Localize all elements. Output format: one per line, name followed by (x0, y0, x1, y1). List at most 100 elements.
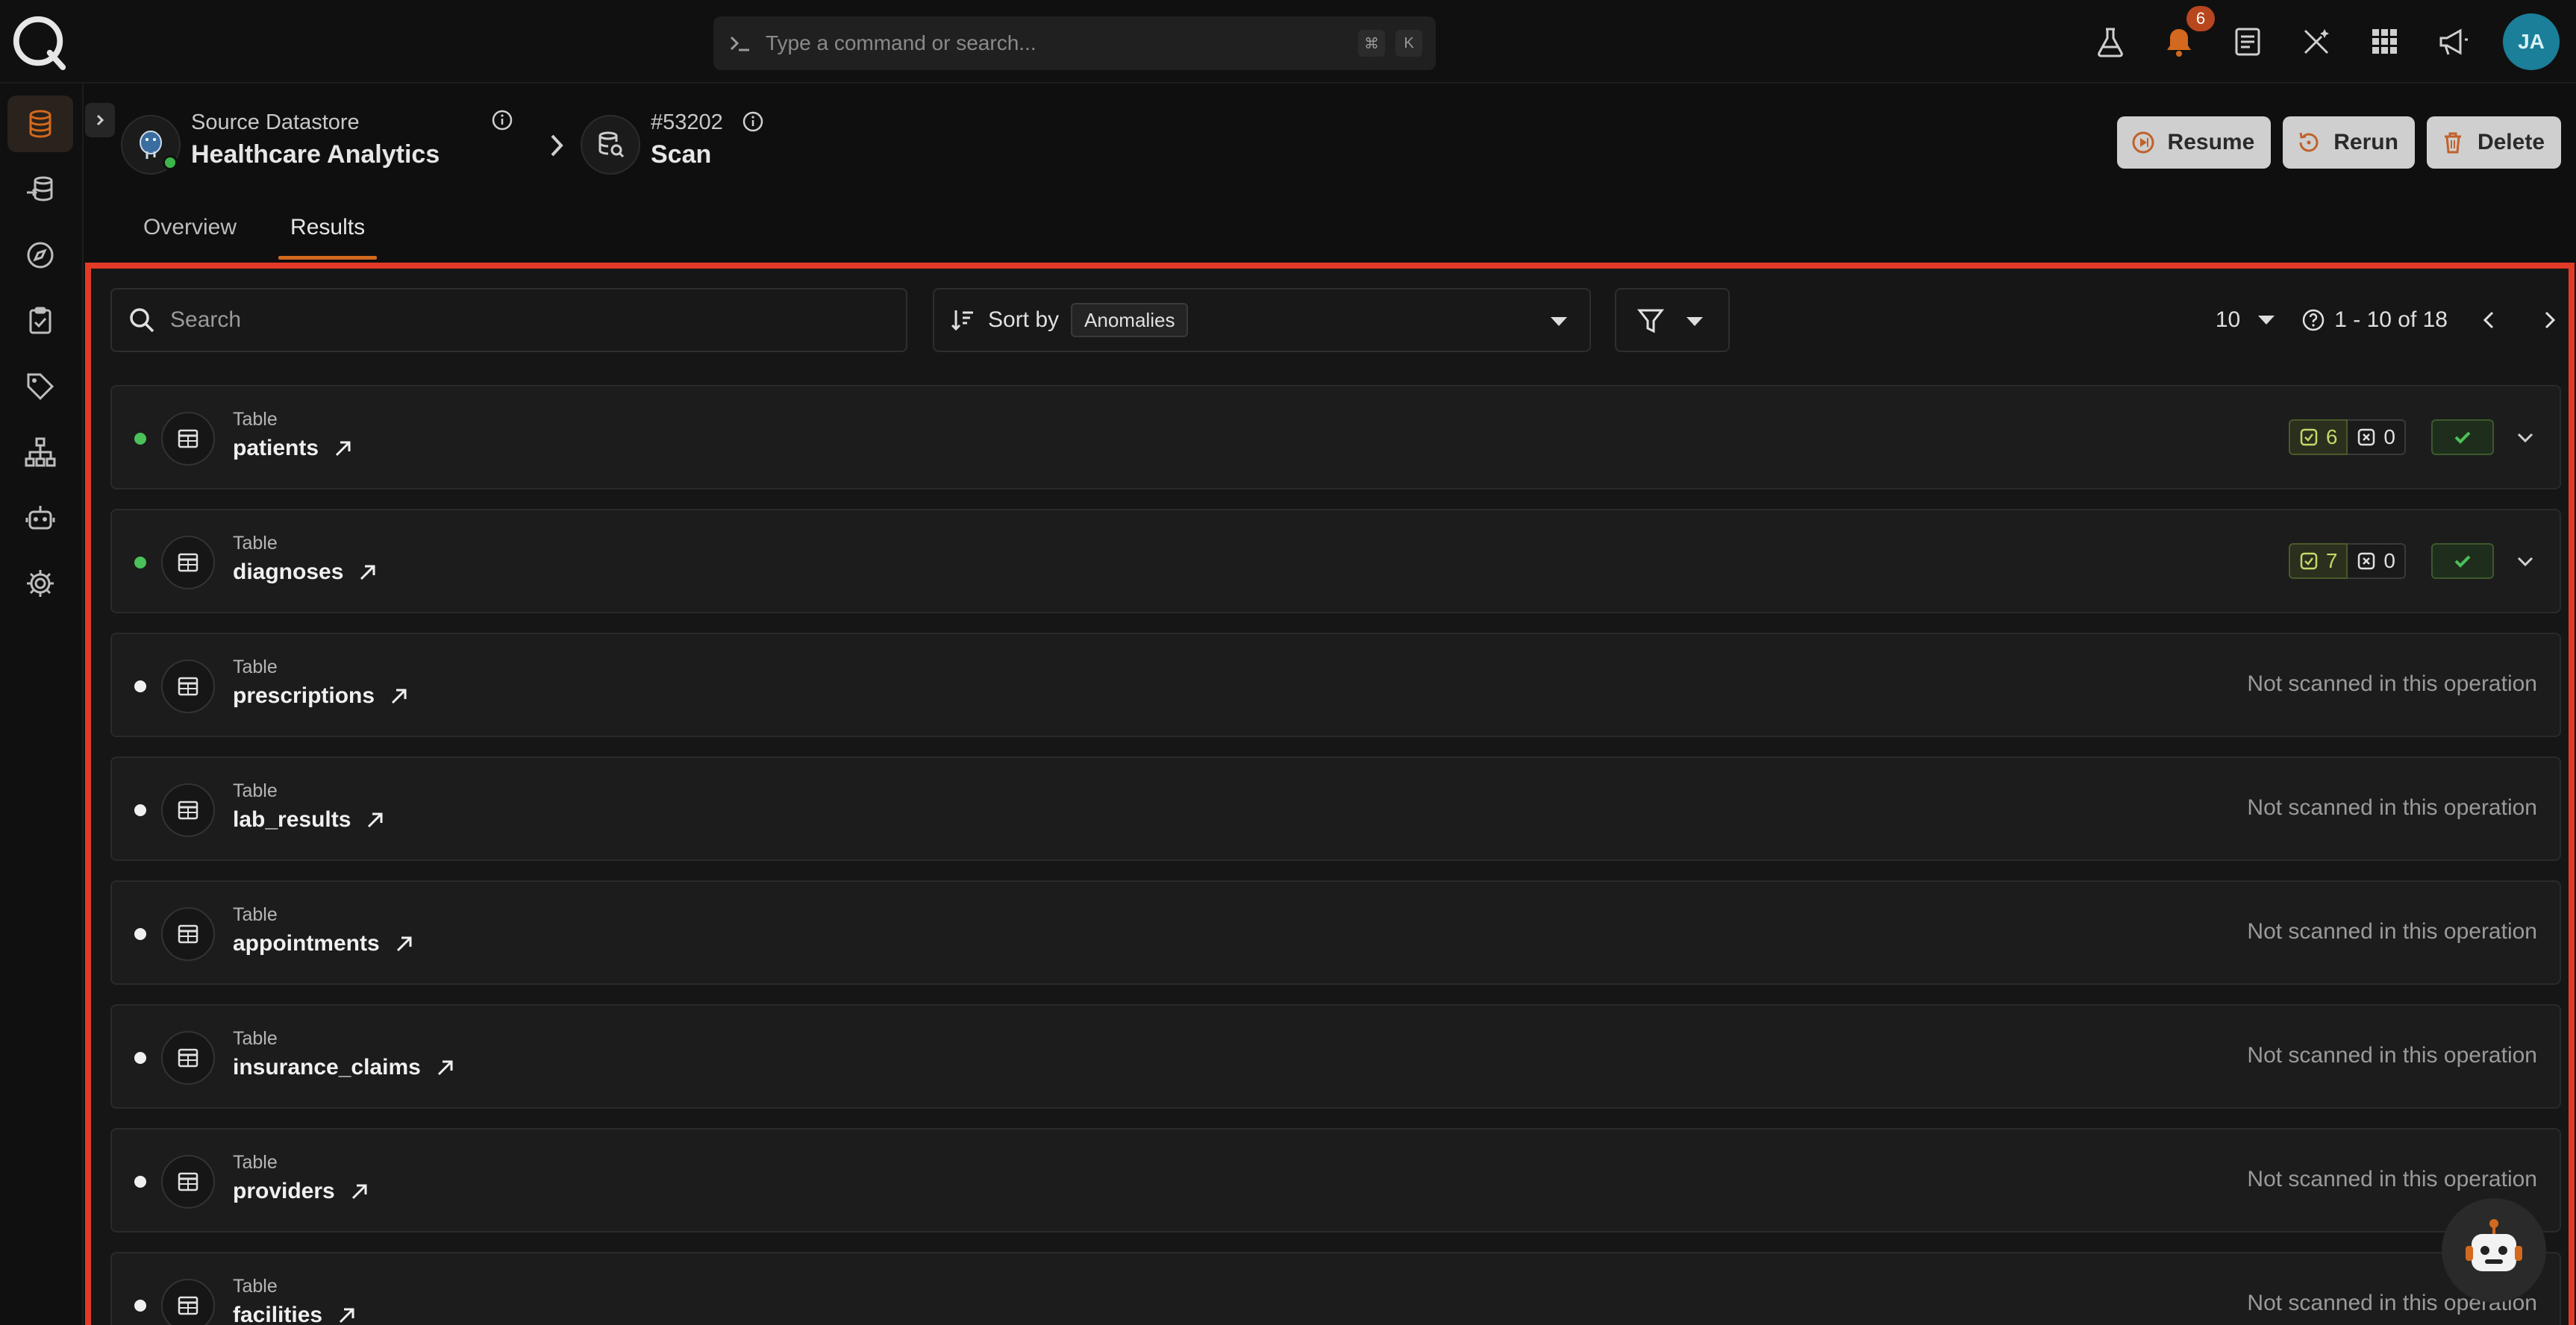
row-name-text: appointments (233, 931, 380, 956)
row-name[interactable]: prescriptions (233, 683, 410, 709)
command-search[interactable]: Type a command or search... ⌘ K (713, 16, 1436, 70)
document-icon[interactable] (2228, 22, 2267, 61)
row-name[interactable]: facilities (233, 1303, 358, 1325)
filter-icon (1636, 309, 1665, 333)
external-link-icon[interactable] (348, 1180, 371, 1203)
table-row[interactable]: Table providers Not scanned in this oper… (110, 1128, 2561, 1232)
row-name[interactable]: insurance_claims (233, 1055, 457, 1080)
cmd-key: ⌘ (1358, 30, 1385, 57)
search-input[interactable] (170, 307, 842, 333)
per-page-caret-icon[interactable] (2258, 316, 2275, 325)
x-square-icon (2358, 552, 2375, 570)
sort-value-chip: Anomalies (1071, 303, 1189, 337)
sort-select[interactable]: Sort by Anomalies (933, 288, 1591, 352)
table-row[interactable]: Table lab_results Not scanned in this op… (110, 757, 2561, 861)
status-dot (134, 1300, 146, 1312)
app-logo[interactable] (10, 13, 69, 72)
sidebar-item-tags[interactable] (7, 358, 73, 415)
caret-down-icon (1551, 317, 1567, 326)
notifications-bell-icon[interactable]: 6 (2160, 6, 2215, 61)
row-name[interactable]: providers (233, 1179, 371, 1204)
row-type: Table (233, 1152, 278, 1173)
failed-checks-badge: 0 (2348, 419, 2406, 455)
row-name[interactable]: diagnoses (233, 560, 379, 585)
command-placeholder: Type a command or search... (766, 31, 1037, 54)
resume-label: Resume (2167, 130, 2255, 154)
row-name[interactable]: appointments (233, 931, 416, 956)
sidebar-item-datastores[interactable] (7, 95, 73, 152)
megaphone-icon[interactable] (2434, 22, 2473, 61)
external-link-icon[interactable] (393, 933, 416, 955)
datastore-label: Source Datastore (191, 110, 360, 134)
external-link-icon[interactable] (332, 437, 354, 460)
resume-button[interactable]: Resume (2116, 116, 2272, 169)
passed-checks-badge: 7 (2288, 543, 2348, 579)
info-icon[interactable] (491, 109, 513, 131)
resume-icon (2132, 131, 2154, 154)
robot-assistant-icon (2466, 1219, 2522, 1271)
info-icon[interactable] (742, 110, 764, 133)
chevron-down-icon[interactable] (2513, 425, 2537, 449)
table-icon (161, 1155, 215, 1209)
external-link-icon[interactable] (364, 809, 387, 831)
results-panel: Sort by Anomalies 10 1 - 10 of 18 (85, 263, 2575, 1325)
magic-wand-off-icon[interactable] (2297, 22, 2336, 61)
search-box[interactable] (110, 288, 907, 352)
row-stats: 6 0 (2288, 419, 2537, 455)
help-icon[interactable] (2301, 308, 2325, 332)
delete-button[interactable]: Delete (2426, 116, 2561, 169)
table-row[interactable]: Table prescriptions Not scanned in this … (110, 633, 2561, 737)
sort-label: Sort by (988, 307, 1060, 332)
external-link-icon[interactable] (336, 1304, 358, 1325)
check-square-icon (2300, 552, 2318, 570)
table-row[interactable]: Table patients 6 0 (110, 385, 2561, 489)
row-name-text: providers (233, 1179, 335, 1203)
check-square-icon (2300, 428, 2318, 446)
rerun-button[interactable]: Rerun (2283, 116, 2415, 169)
results-list: Table patients 6 0 Table diagnoses 7 0 T… (110, 385, 2561, 1325)
sidebar-item-flows[interactable] (7, 161, 73, 218)
sidebar-item-hierarchy[interactable] (7, 424, 73, 480)
status-dot (134, 1176, 146, 1188)
tab-overview[interactable]: Overview (131, 209, 248, 260)
flask-icon[interactable] (2091, 22, 2130, 61)
external-link-icon[interactable] (434, 1056, 457, 1079)
passed-checks-badge: 6 (2288, 419, 2348, 455)
table-row[interactable]: Table insurance_claims Not scanned in th… (110, 1004, 2561, 1109)
sidebar-item-checks[interactable] (7, 292, 73, 349)
assistant-bot-button[interactable] (2442, 1198, 2546, 1303)
datastore-status-dot (163, 155, 178, 170)
next-page-icon[interactable] (2537, 308, 2561, 332)
datastore-name[interactable]: Healthcare Analytics (191, 140, 440, 169)
scan-avatar (581, 115, 640, 175)
sidebar-item-agents[interactable] (7, 489, 73, 546)
tab-results[interactable]: Results (278, 209, 378, 260)
row-status: Not scanned in this operation (2247, 1167, 2537, 1191)
row-type: Table (233, 904, 278, 925)
sidebar-item-explore[interactable] (7, 227, 73, 284)
row-name[interactable]: patients (233, 436, 354, 461)
table-row[interactable]: Table diagnoses 7 0 (110, 509, 2561, 613)
tag-icon (27, 373, 54, 401)
caret-down-icon (1686, 317, 1703, 326)
per-page-value[interactable]: 10 (2216, 307, 2240, 333)
row-name[interactable]: lab_results (233, 807, 387, 833)
passed-count: 7 (2325, 549, 2338, 572)
status-dot (134, 557, 146, 568)
row-type: Table (233, 533, 278, 554)
filter-button[interactable] (1615, 288, 1730, 352)
external-link-icon[interactable] (388, 685, 410, 707)
user-avatar[interactable]: JA (2503, 13, 2560, 70)
status-dot (134, 433, 146, 445)
table-row[interactable]: Table appointments Not scanned in this o… (110, 880, 2561, 985)
table-row[interactable]: Table facilities Not scanned in this ope… (110, 1252, 2561, 1325)
success-badge (2431, 543, 2494, 579)
chevron-down-icon[interactable] (2513, 549, 2537, 573)
sidebar-item-settings[interactable] (7, 555, 73, 612)
prev-page-icon[interactable] (2477, 308, 2501, 332)
flow-icon (27, 176, 53, 201)
apps-grid-icon[interactable] (2366, 22, 2404, 61)
row-status: Not scanned in this operation (2247, 671, 2537, 696)
row-stats: 7 0 (2288, 543, 2537, 579)
external-link-icon[interactable] (357, 561, 379, 583)
